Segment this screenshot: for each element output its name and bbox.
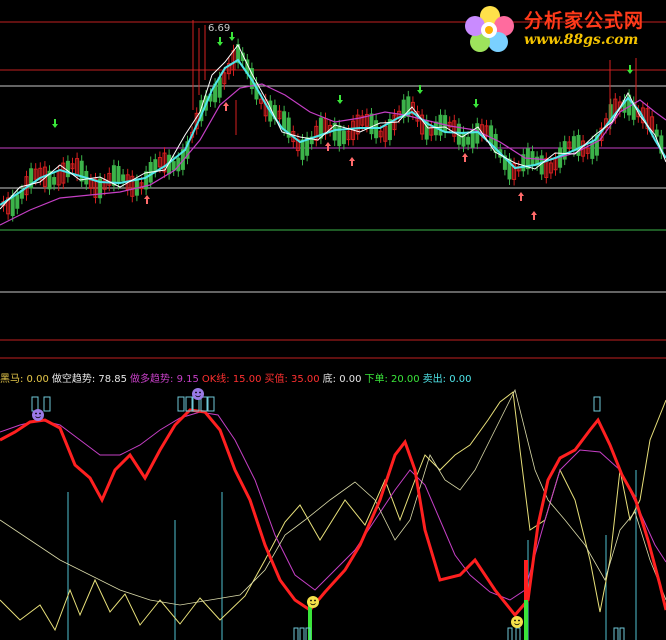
candle-body bbox=[341, 130, 346, 145]
buy-arrow-icon bbox=[223, 102, 229, 111]
smiley-eye bbox=[514, 619, 516, 622]
candle-body bbox=[438, 114, 443, 136]
sell-arrow-icon bbox=[473, 99, 479, 108]
buy-arrow-icon bbox=[462, 153, 468, 162]
candle-body bbox=[15, 194, 20, 209]
candle-body bbox=[153, 159, 158, 172]
candle-body bbox=[10, 195, 15, 217]
signal-bracket bbox=[507, 627, 513, 640]
ok-line bbox=[0, 408, 666, 618]
candle-body bbox=[369, 113, 374, 135]
black-horse-line bbox=[0, 391, 666, 632]
watermark-url: www.88gs.com bbox=[524, 32, 639, 48]
candle-body bbox=[171, 161, 176, 171]
signal-bracket bbox=[31, 396, 39, 412]
smiley-face bbox=[32, 409, 44, 421]
signal-bracket bbox=[299, 627, 305, 640]
sell-arrow-icon bbox=[52, 119, 58, 128]
smiley-eye bbox=[199, 391, 201, 394]
smiley-face bbox=[192, 388, 204, 400]
sell-signal-bar bbox=[524, 560, 528, 600]
bull-trend-line bbox=[0, 411, 666, 601]
legend-item: 黑马: 0.00 bbox=[0, 374, 49, 385]
smiley-face bbox=[307, 596, 319, 608]
smiley-icon bbox=[192, 388, 204, 400]
signal-arrows bbox=[52, 32, 633, 220]
candle-body bbox=[52, 177, 57, 185]
signal-bracket bbox=[593, 396, 601, 412]
legend-item: 做多趋势: 9.15 bbox=[130, 374, 199, 385]
legend-item: 卖出: 0.00 bbox=[422, 374, 472, 385]
sell-arrow-icon bbox=[217, 37, 223, 46]
candle-body bbox=[571, 136, 576, 152]
smiley-eye bbox=[310, 599, 312, 602]
legend-item: 做空趋势: 78.85 bbox=[51, 374, 128, 385]
indicator-legend: 黑马: 0.00 做空趋势: 78.85 做多趋势: 9.15 OK线: 15.00 买… bbox=[0, 373, 666, 387]
smiley-eye bbox=[518, 619, 520, 622]
candle-body bbox=[121, 174, 126, 182]
candle-body bbox=[443, 115, 448, 133]
flower-logo-icon bbox=[465, 6, 514, 52]
legend-item: 底: 0.00 bbox=[322, 374, 362, 385]
signal-bracket bbox=[207, 396, 215, 412]
signal-bracket bbox=[515, 627, 521, 640]
buy-arrow-icon bbox=[144, 195, 150, 204]
watermark: 分析家公式网 www.88gs.com bbox=[462, 2, 666, 58]
smiley-icon bbox=[307, 596, 319, 608]
sell-arrow-icon bbox=[337, 95, 343, 104]
buy-arrow-icon bbox=[325, 142, 331, 151]
candle-body bbox=[116, 166, 121, 185]
watermark-title: 分析家公式网 bbox=[524, 10, 645, 32]
signal-bracket bbox=[177, 396, 185, 412]
signal-bracket bbox=[613, 627, 619, 640]
smiley-icon bbox=[32, 409, 44, 421]
candle-body bbox=[282, 111, 287, 131]
indicator-lines bbox=[0, 388, 666, 640]
candle-body bbox=[65, 160, 70, 178]
smiley-eye bbox=[195, 391, 197, 394]
candle-body bbox=[654, 129, 659, 137]
candle-body bbox=[300, 139, 305, 160]
candle-body bbox=[576, 134, 581, 156]
signal-icons bbox=[32, 388, 523, 628]
smiley-icon bbox=[511, 616, 523, 628]
signal-bracket bbox=[619, 627, 625, 640]
candle-body bbox=[461, 131, 466, 147]
smiley-eye bbox=[39, 412, 41, 415]
stock-chart[interactable]: 6.69 bbox=[0, 0, 666, 640]
smiley-eye bbox=[35, 412, 37, 415]
legend-item: 买值: 35.00 bbox=[264, 374, 320, 385]
buy-arrow-icon bbox=[349, 157, 355, 166]
candle-body bbox=[466, 136, 471, 145]
signal-bracket bbox=[43, 396, 51, 412]
legend-item: OK线: 15.00 bbox=[201, 374, 262, 385]
candle-body bbox=[374, 120, 379, 139]
smiley-eye bbox=[314, 599, 316, 602]
legend-item: 下单: 20.00 bbox=[364, 374, 420, 385]
signal-bracket bbox=[293, 627, 299, 640]
buy-arrow-icon bbox=[518, 192, 524, 201]
high-price-label: 6.69 bbox=[208, 23, 230, 34]
buy-arrow-icon bbox=[531, 211, 537, 220]
smiley-face bbox=[511, 616, 523, 628]
candle-body bbox=[79, 160, 84, 182]
signal-bracket bbox=[200, 396, 208, 412]
